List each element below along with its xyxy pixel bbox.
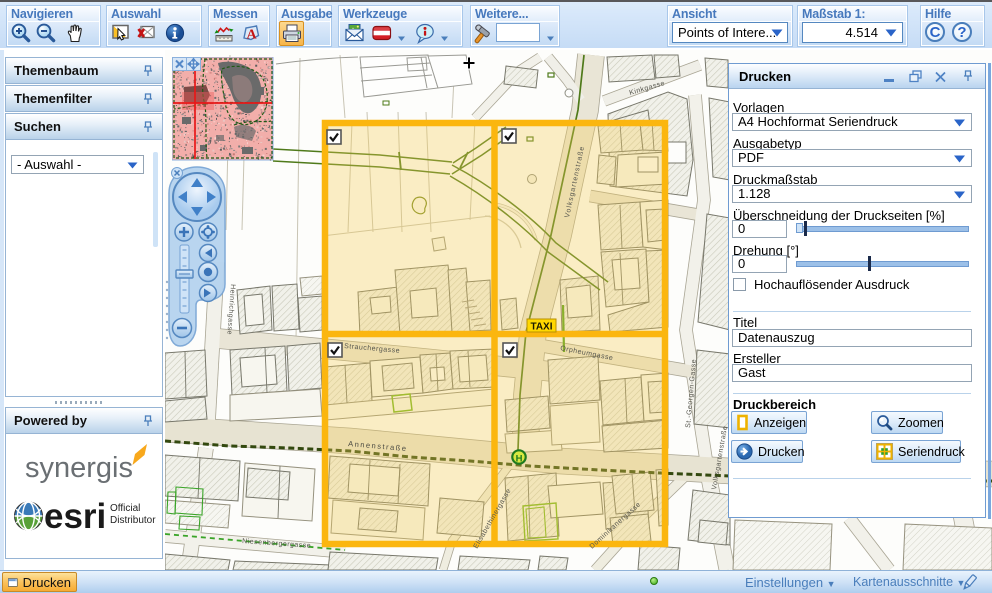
svg-text:H: H [516,454,523,465]
svg-text:Distributor: Distributor [110,515,156,526]
svg-text:Official: Official [110,503,140,514]
svg-text:synergis: synergis [25,452,133,484]
svg-text:esri: esri [44,497,106,536]
svg-text:TAXI: TAXI [530,322,552,333]
svg-text:A: A [247,28,258,43]
